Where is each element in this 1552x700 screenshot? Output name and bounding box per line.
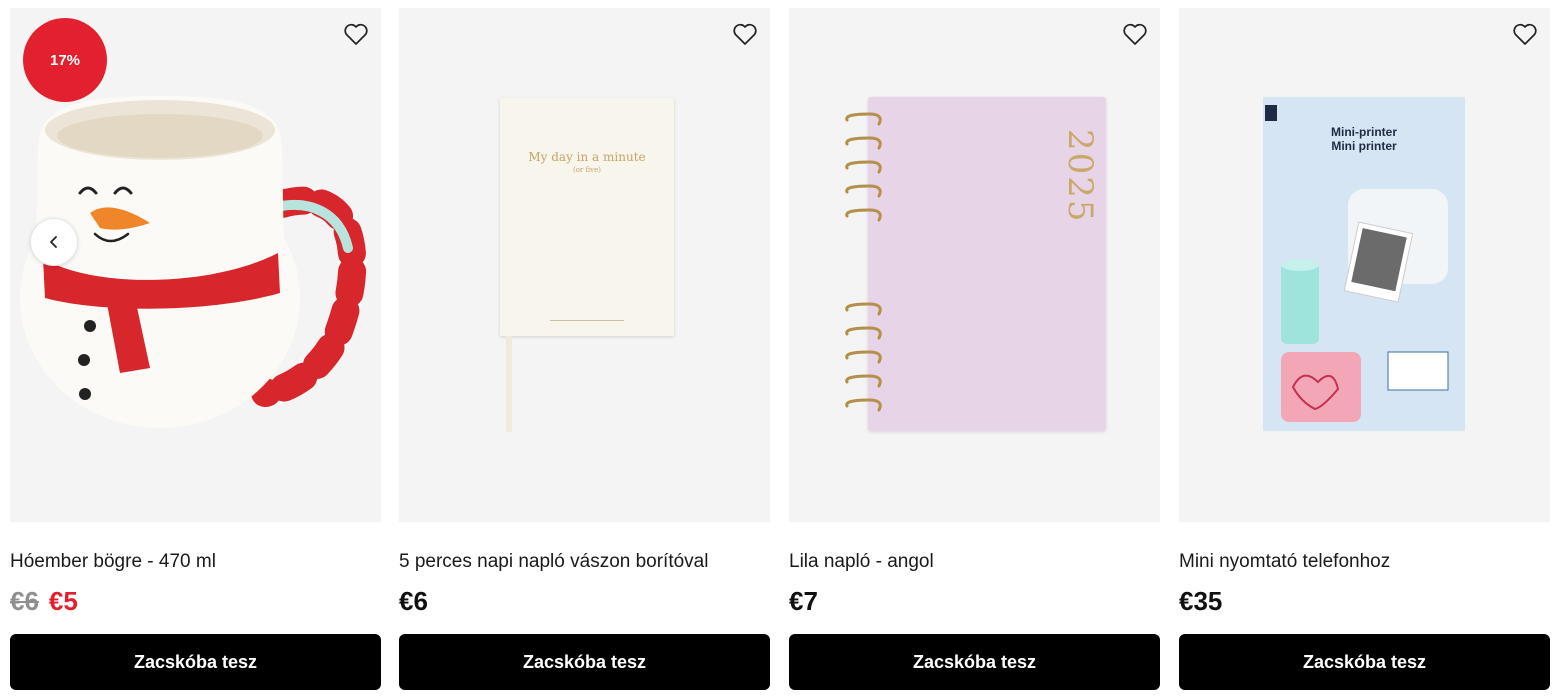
product-title[interactable]: 5 perces napi napló vászon borítóval <box>399 551 708 573</box>
product-image-area[interactable]: My day in a minute (or five) <box>399 8 770 522</box>
price: €6 <box>399 586 428 616</box>
sale-price: €5 <box>48 586 78 616</box>
add-to-bag-button[interactable]: Zacskóba tesz <box>10 634 381 690</box>
price-block: €6 <box>399 586 428 617</box>
product-card[interactable]: 2025 Lila napló - angol €7 Zacskóba tesz <box>789 8 1160 692</box>
printer-box-image: Mini-printer Mini printer <box>1263 97 1465 431</box>
original-price: €6 <box>10 586 39 616</box>
journal-image: My day in a minute (or five) <box>500 98 674 336</box>
product-title[interactable]: Hóember bögre - 470 ml <box>10 551 216 573</box>
product-card[interactable]: Mini-printer Mini printer Mini nyomtató … <box>1179 8 1550 692</box>
add-to-bag-button[interactable]: Zacskóba tesz <box>399 634 770 690</box>
journal-cover-title: My day in a minute <box>528 150 646 164</box>
add-to-bag-button[interactable]: Zacskóba tesz <box>1179 634 1550 690</box>
price-block: €7 <box>789 586 818 617</box>
journal-cover-subtitle: (or five) <box>572 166 601 174</box>
heart-outline-icon[interactable] <box>1512 22 1538 46</box>
heart-outline-icon[interactable] <box>732 22 758 46</box>
chevron-left-icon <box>50 236 57 248</box>
planner-spiral <box>845 112 882 412</box>
product-image-area[interactable]: 2025 <box>789 8 1160 522</box>
printer-illustration <box>1265 105 1449 422</box>
add-to-bag-button[interactable]: Zacskóba tesz <box>789 634 1160 690</box>
price: €7 <box>789 586 818 616</box>
journal-cover-footnote-line <box>550 320 624 321</box>
price-block: €6 €5 <box>10 586 78 617</box>
product-title[interactable]: Lila napló - angol <box>789 551 934 573</box>
heart-outline-icon[interactable] <box>1122 22 1148 46</box>
product-card[interactable]: 17% Hóember bögre - 470 ml €6 €5 Zacskób… <box>10 8 381 692</box>
journal-bookmark-ribbon <box>506 336 512 432</box>
previous-image-button[interactable] <box>30 218 78 266</box>
discount-badge: 17% <box>23 18 107 102</box>
product-image-area[interactable]: Mini-printer Mini printer <box>1179 8 1550 522</box>
product-title[interactable]: Mini nyomtató telefonhoz <box>1179 551 1390 573</box>
price: €35 <box>1179 586 1223 616</box>
planner-image: 2025 <box>868 97 1106 431</box>
product-card[interactable]: My day in a minute (or five) 5 perces na… <box>399 8 770 692</box>
planner-year: 2025 <box>1060 129 1100 224</box>
product-image-area[interactable]: 17% <box>10 8 381 522</box>
price-block: €35 <box>1179 586 1222 617</box>
